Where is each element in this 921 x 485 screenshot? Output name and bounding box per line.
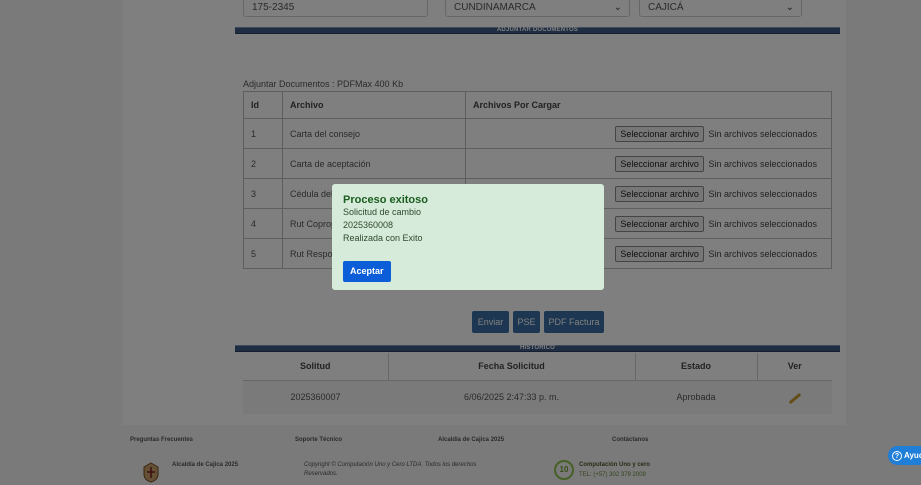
dialog-message-line: Solicitud de cambio (343, 207, 422, 217)
success-dialog: Proceso exitoso Solicitud de cambio 2025… (332, 184, 604, 290)
accept-button[interactable]: Aceptar (343, 261, 391, 282)
dialog-title: Proceso exitoso (343, 194, 428, 206)
help-label: Ayuda (904, 451, 921, 460)
dialog-message-line: Realizada con Exito (343, 233, 423, 243)
dialog-request-number: 2025360008 (343, 220, 394, 230)
question-icon: ? (892, 451, 902, 461)
help-button[interactable]: ?Ayuda (888, 446, 921, 465)
